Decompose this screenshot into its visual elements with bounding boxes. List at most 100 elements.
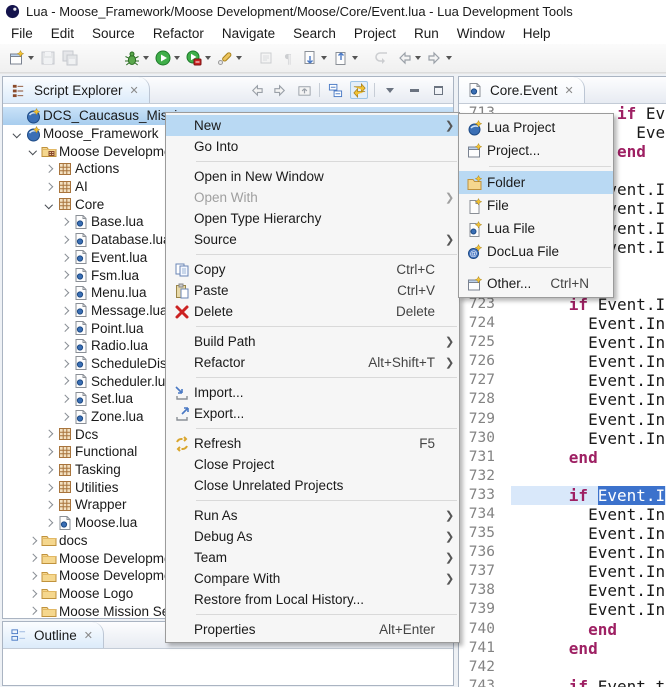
context-menu-item-refactor[interactable]: RefactorAlt+Shift+T❯: [166, 352, 459, 373]
code-line[interactable]: 729 Event.Ini: [459, 410, 666, 429]
chevron-right-icon[interactable]: [57, 219, 73, 225]
chevron-right-icon[interactable]: [41, 467, 57, 473]
forward-button[interactable]: [424, 48, 455, 68]
submenu-item-project[interactable]: Project...: [459, 139, 613, 162]
context-menu-item-export[interactable]: Export...: [166, 403, 459, 424]
forward-nav-button[interactable]: [271, 81, 289, 99]
chevron-right-icon[interactable]: [25, 573, 41, 579]
context-menu-item-compare-with[interactable]: Compare With❯: [166, 568, 459, 589]
context-menu-item-delete[interactable]: DeleteDelete: [166, 301, 459, 322]
context-menu-item-go-into[interactable]: Go Into: [166, 136, 459, 157]
chevron-right-icon[interactable]: [41, 502, 57, 508]
dropdown-arrow-icon[interactable]: [446, 56, 452, 60]
chevron-right-icon[interactable]: [57, 255, 73, 261]
chevron-down-icon[interactable]: [9, 131, 25, 137]
chevron-right-icon[interactable]: [57, 378, 73, 384]
external-tools-button[interactable]: [214, 48, 245, 68]
chevron-right-icon[interactable]: [57, 237, 73, 243]
dropdown-arrow-icon[interactable]: [174, 56, 180, 60]
submenu-item-folder[interactable]: Folder: [459, 171, 613, 194]
code-line[interactable]: 724 Event.Ini: [459, 314, 666, 333]
chevron-right-icon[interactable]: [41, 431, 57, 437]
code-line[interactable]: 741 end: [459, 639, 666, 658]
submenu-item-doclua-file[interactable]: @DocLua File: [459, 240, 613, 263]
coverage-button[interactable]: [183, 48, 214, 68]
view-menu-button[interactable]: [381, 81, 399, 99]
chevron-right-icon[interactable]: [25, 538, 41, 544]
chevron-right-icon[interactable]: [25, 591, 41, 597]
dropdown-arrow-icon[interactable]: [205, 56, 211, 60]
chevron-right-icon[interactable]: [57, 290, 73, 296]
chevron-right-icon[interactable]: [57, 396, 73, 402]
close-icon[interactable]: ✕: [130, 84, 139, 97]
chevron-right-icon[interactable]: [57, 272, 73, 278]
menubar-item-help[interactable]: Help: [514, 23, 560, 44]
code-line[interactable]: 732: [459, 467, 666, 486]
chevron-right-icon[interactable]: [57, 308, 73, 314]
dropdown-arrow-icon[interactable]: [415, 56, 421, 60]
back-nav-button[interactable]: [247, 81, 265, 99]
new-wizard-button[interactable]: [6, 48, 37, 68]
close-icon[interactable]: ✕: [565, 84, 574, 97]
context-menu-item-run-as[interactable]: Run As❯: [166, 505, 459, 526]
menubar-item-window[interactable]: Window: [448, 23, 514, 44]
chevron-right-icon[interactable]: [41, 166, 57, 172]
context-menu-item-build-path[interactable]: Build Path❯: [166, 331, 459, 352]
chevron-down-icon[interactable]: [41, 202, 57, 208]
context-menu-item-refresh[interactable]: RefreshF5: [166, 433, 459, 454]
code-line[interactable]: 725 Event.Ini: [459, 333, 666, 352]
code-line[interactable]: 740 end: [459, 620, 666, 639]
tab-outline[interactable]: Outline ✕: [3, 622, 104, 648]
chevron-right-icon[interactable]: [57, 325, 73, 331]
chevron-right-icon[interactable]: [41, 520, 57, 526]
menubar-item-navigate[interactable]: Navigate: [213, 23, 284, 44]
menubar-item-run[interactable]: Run: [405, 23, 448, 44]
menubar-item-file[interactable]: File: [2, 23, 42, 44]
dropdown-arrow-icon[interactable]: [236, 56, 242, 60]
context-menu-item-debug-as[interactable]: Debug As❯: [166, 526, 459, 547]
chevron-right-icon[interactable]: [41, 184, 57, 190]
context-menu-item-team[interactable]: Team❯: [166, 547, 459, 568]
next-annotation-button[interactable]: [299, 48, 330, 68]
submenu-item-other[interactable]: Other...Ctrl+N: [459, 272, 613, 295]
code-line[interactable]: 730 Event.Ini: [459, 429, 666, 448]
code-line[interactable]: 727 Event.Ini: [459, 371, 666, 390]
context-menu-item-open-type-hierarchy[interactable]: Open Type Hierarchy: [166, 208, 459, 229]
tab-script-explorer[interactable]: Script Explorer ✕: [3, 77, 150, 103]
code-line[interactable]: 743 if Event.ta: [459, 677, 666, 687]
submenu-item-file[interactable]: File: [459, 194, 613, 217]
menubar-item-edit[interactable]: Edit: [42, 23, 83, 44]
code-line[interactable]: 734 Event.Ini: [459, 505, 666, 524]
menubar-item-refactor[interactable]: Refactor: [144, 23, 213, 44]
menubar-item-source[interactable]: Source: [83, 23, 144, 44]
up-nav-button[interactable]: [295, 81, 313, 99]
chevron-right-icon[interactable]: [41, 449, 57, 455]
context-menu-item-new[interactable]: New❯: [166, 115, 459, 136]
context-menu-item-paste[interactable]: PasteCtrl+V: [166, 280, 459, 301]
code-line[interactable]: 735 Event.Ini: [459, 524, 666, 543]
context-menu-item-close-unrelated-projects[interactable]: Close Unrelated Projects: [166, 475, 459, 496]
dropdown-arrow-icon[interactable]: [143, 56, 149, 60]
context-menu-item-open-in-new-window[interactable]: Open in New Window: [166, 166, 459, 187]
context-menu-item-import[interactable]: Import...: [166, 382, 459, 403]
context-menu-item-close-project[interactable]: Close Project: [166, 454, 459, 475]
code-line[interactable]: 739 Event.Ini: [459, 600, 666, 619]
chevron-right-icon[interactable]: [57, 343, 73, 349]
context-menu-item-copy[interactable]: CopyCtrl+C: [166, 259, 459, 280]
collapse-all-button[interactable]: [326, 81, 344, 99]
close-icon[interactable]: ✕: [84, 629, 93, 642]
dropdown-arrow-icon[interactable]: [28, 56, 34, 60]
code-line[interactable]: 733 if Event.I: [459, 486, 666, 505]
back-button[interactable]: [393, 48, 424, 68]
code-line[interactable]: 726 Event.Ini: [459, 352, 666, 371]
code-line[interactable]: 738 Event.Ini: [459, 581, 666, 600]
chevron-right-icon[interactable]: [25, 555, 41, 561]
menubar-item-project[interactable]: Project: [345, 23, 405, 44]
code-line[interactable]: 737 Event.Ini: [459, 562, 666, 581]
tab-core-event[interactable]: Core.Event ✕: [459, 77, 585, 103]
dropdown-arrow-icon[interactable]: [321, 56, 327, 60]
code-line[interactable]: 742: [459, 658, 666, 677]
context-menu-item-source[interactable]: Source❯: [166, 229, 459, 250]
dropdown-arrow-icon[interactable]: [352, 56, 358, 60]
chevron-right-icon[interactable]: [57, 414, 73, 420]
